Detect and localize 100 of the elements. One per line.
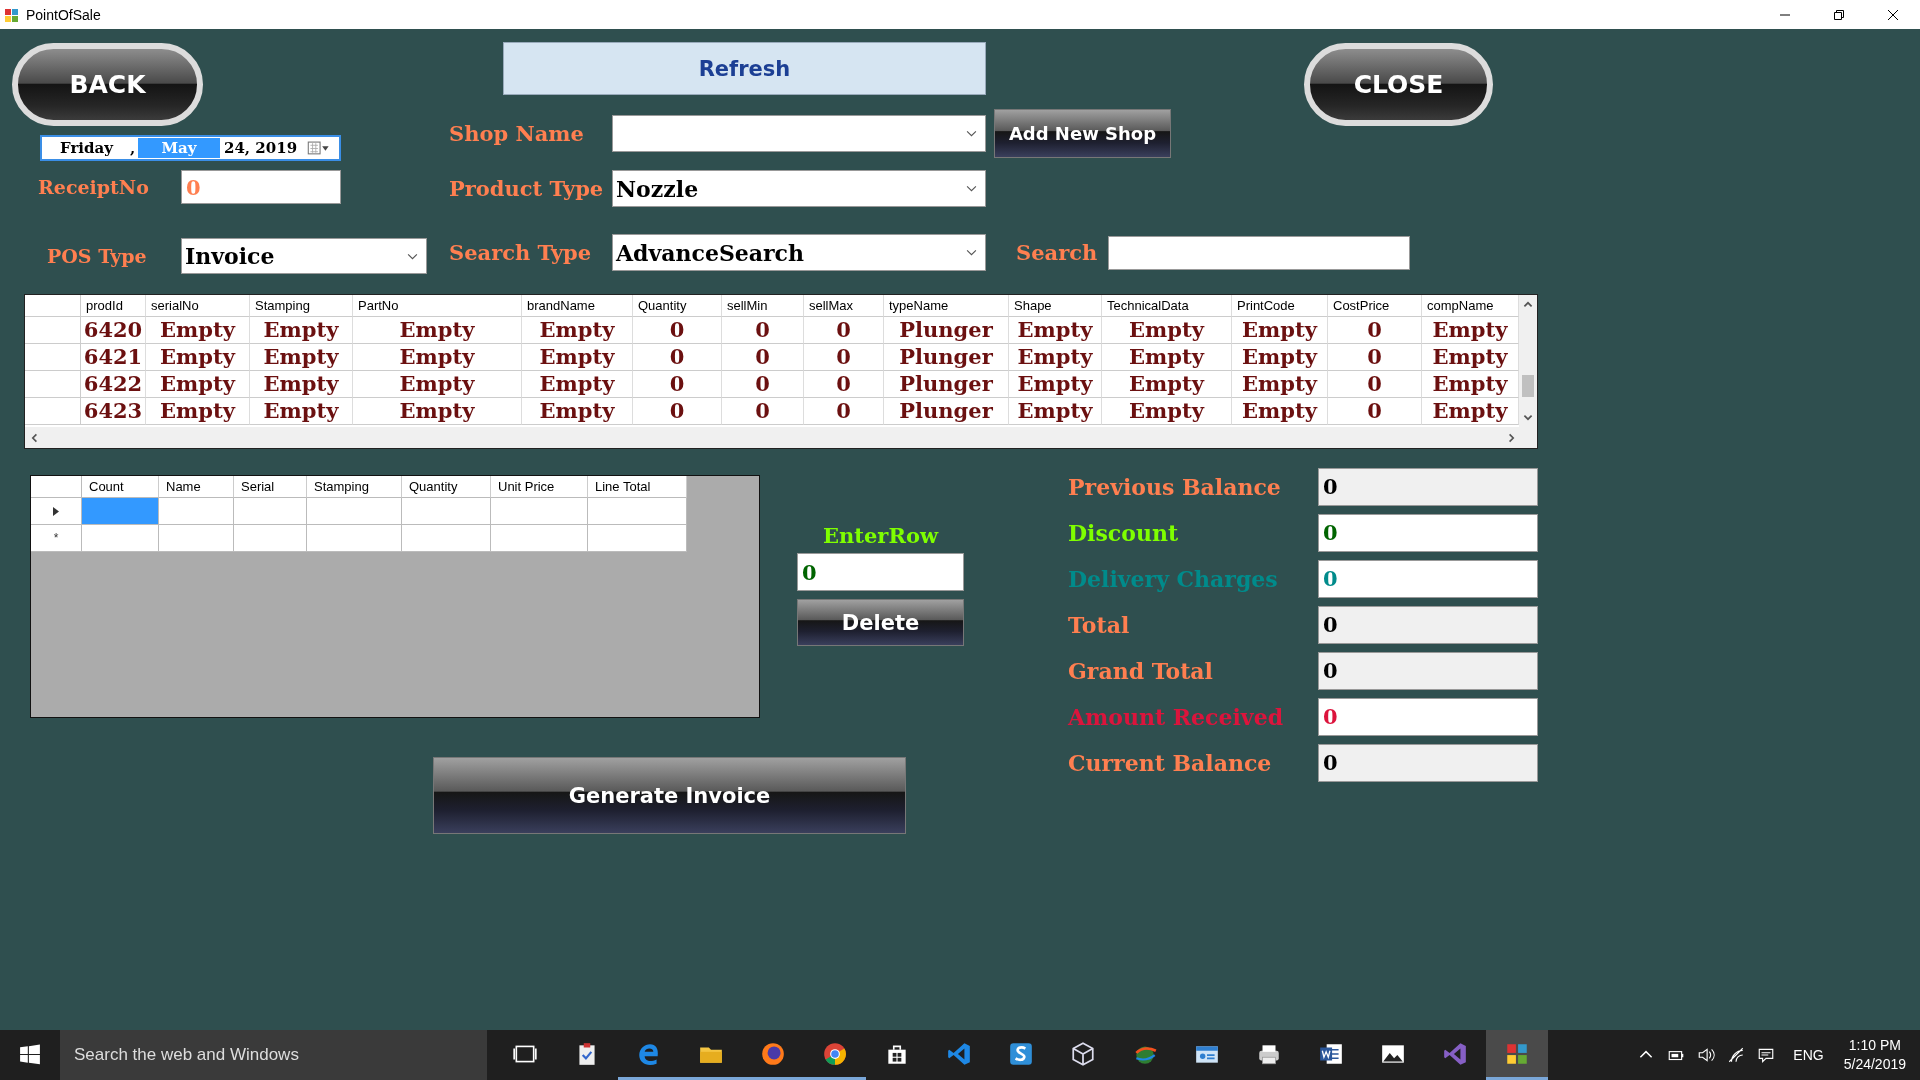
column-header[interactable]: Count bbox=[82, 476, 159, 498]
table-cell: Empty bbox=[1009, 344, 1102, 371]
product-type-dropdown[interactable]: Nozzle bbox=[612, 170, 986, 207]
search-type-dropdown[interactable]: AdvanceSearch bbox=[612, 234, 986, 271]
table-cell: Empty bbox=[250, 398, 353, 425]
column-header[interactable]: TechnicalData bbox=[1102, 295, 1232, 317]
column-header[interactable]: Stamping bbox=[307, 476, 402, 498]
table-cell: Empty bbox=[250, 317, 353, 344]
table-cell: 6422 bbox=[81, 371, 146, 398]
pos-type-dropdown[interactable]: Invoice bbox=[181, 238, 427, 274]
chevron-down-icon bbox=[407, 252, 418, 260]
column-header[interactable]: sellMin bbox=[722, 295, 804, 317]
total-field[interactable]: 0 bbox=[1318, 744, 1538, 782]
search-field[interactable] bbox=[1108, 235, 1410, 270]
row-header-cell[interactable]: * bbox=[31, 525, 82, 552]
table-cell: 0 bbox=[633, 317, 722, 344]
row-header-cell[interactable] bbox=[25, 371, 81, 398]
table-cell: Empty bbox=[1102, 398, 1232, 425]
row-header-cell[interactable] bbox=[25, 317, 81, 344]
delete-button[interactable]: Delete bbox=[797, 599, 964, 646]
taskbar-search-field[interactable]: Search the web and Windows bbox=[60, 1030, 487, 1080]
column-header[interactable]: CostPrice bbox=[1328, 295, 1422, 317]
grid-cell[interactable] bbox=[82, 498, 159, 525]
date-part[interactable]: Friday bbox=[60, 138, 130, 158]
grid-cell[interactable] bbox=[491, 525, 588, 552]
table-cell: Empty bbox=[1102, 317, 1232, 344]
table-cell: Empty bbox=[1232, 371, 1328, 398]
grid-cell[interactable] bbox=[588, 525, 687, 552]
grid-cell[interactable] bbox=[402, 525, 491, 552]
total-label: Discount bbox=[1068, 520, 1180, 546]
column-header[interactable]: Shape bbox=[1009, 295, 1102, 317]
row-header-cell[interactable] bbox=[31, 498, 82, 525]
grid-cell[interactable] bbox=[588, 498, 687, 525]
grid-cell[interactable] bbox=[159, 525, 234, 552]
column-header[interactable]: serialNo bbox=[146, 295, 250, 317]
table-cell: Empty bbox=[1009, 398, 1102, 425]
table-cell: Empty bbox=[353, 398, 522, 425]
total-label: Grand Total bbox=[1068, 658, 1214, 684]
column-header[interactable]: prodId bbox=[81, 295, 146, 317]
column-header[interactable]: Serial bbox=[234, 476, 307, 498]
column-header[interactable]: Quantity bbox=[633, 295, 722, 317]
table-cell: 0 bbox=[722, 398, 804, 425]
row-header-cell[interactable] bbox=[25, 344, 81, 371]
wifi-icon[interactable] bbox=[1727, 1046, 1746, 1064]
grid-cell[interactable] bbox=[307, 498, 402, 525]
table-cell: 6421 bbox=[81, 344, 146, 371]
table-cell: Empty bbox=[1102, 371, 1232, 398]
total-field[interactable]: 0 bbox=[1318, 560, 1538, 598]
column-header[interactable]: Stamping bbox=[250, 295, 353, 317]
enter-row-field[interactable]: 0 bbox=[797, 553, 964, 591]
column-header[interactable]: Quantity bbox=[402, 476, 491, 498]
back-button[interactable]: BACK bbox=[12, 43, 203, 126]
column-header[interactable]: PrintCode bbox=[1232, 295, 1328, 317]
column-header[interactable]: typeName bbox=[884, 295, 1009, 317]
total-field[interactable]: 0 bbox=[1318, 652, 1538, 690]
date-part[interactable]: 24, 2019 bbox=[224, 138, 298, 158]
vertical-scrollbar[interactable] bbox=[1519, 295, 1537, 427]
speaker-icon[interactable] bbox=[1697, 1046, 1716, 1064]
column-header[interactable]: brandName bbox=[522, 295, 633, 317]
grid-cell[interactable] bbox=[234, 498, 307, 525]
notification-icon[interactable] bbox=[1757, 1046, 1776, 1064]
total-label: Delivery Charges bbox=[1068, 566, 1279, 592]
column-header[interactable]: PartNo bbox=[353, 295, 522, 317]
app-icon bbox=[4, 6, 20, 23]
grid-cell[interactable] bbox=[402, 498, 491, 525]
table-cell: Empty bbox=[522, 371, 633, 398]
grid-cell[interactable] bbox=[82, 525, 159, 552]
field-label: Shop Name bbox=[449, 121, 585, 146]
grid-cell[interactable] bbox=[307, 525, 402, 552]
total-field[interactable]: 0 bbox=[1318, 606, 1538, 644]
total-field[interactable]: 0 bbox=[1318, 468, 1538, 506]
column-header[interactable]: Line Total bbox=[588, 476, 687, 498]
refresh-button[interactable]: Refresh bbox=[503, 42, 986, 95]
total-field[interactable]: 0 bbox=[1318, 514, 1538, 552]
date-picker[interactable]: Friday , May 24, 2019 bbox=[40, 135, 341, 161]
total-field[interactable]: 0 bbox=[1318, 698, 1538, 736]
generate-invoice-button[interactable]: Generate Invoice bbox=[433, 757, 906, 834]
grid-cell[interactable] bbox=[234, 525, 307, 552]
language-indicator[interactable]: ENG bbox=[1793, 1047, 1824, 1063]
table-cell: 0 bbox=[722, 344, 804, 371]
calendar-dropdown-icon[interactable] bbox=[307, 140, 332, 156]
table-cell: Plunger bbox=[884, 317, 1009, 344]
table-cell: 0 bbox=[1328, 344, 1422, 371]
table-cell: Empty bbox=[522, 317, 633, 344]
close-button[interactable]: CLOSE bbox=[1304, 43, 1493, 126]
horizontal-scrollbar[interactable] bbox=[25, 427, 1537, 448]
scroll-thumb[interactable] bbox=[1522, 375, 1534, 397]
grid-cell[interactable] bbox=[491, 498, 588, 525]
table-cell: 0 bbox=[722, 317, 804, 344]
row-header-cell[interactable] bbox=[25, 398, 81, 425]
clock[interactable]: 1:10 PM 5/24/2019 bbox=[1843, 1036, 1906, 1074]
shop-name-dropdown[interactable] bbox=[612, 115, 986, 152]
column-header[interactable]: sellMax bbox=[804, 295, 884, 317]
add-new-shop-button[interactable]: Add New Shop bbox=[994, 109, 1171, 158]
grid-cell[interactable] bbox=[159, 498, 234, 525]
table-cell: Empty bbox=[1102, 344, 1232, 371]
table-cell: 6423 bbox=[81, 398, 146, 425]
column-header[interactable]: Name bbox=[159, 476, 234, 498]
column-header[interactable]: Unit Price bbox=[491, 476, 588, 498]
date-part[interactable]: , bbox=[130, 138, 138, 158]
